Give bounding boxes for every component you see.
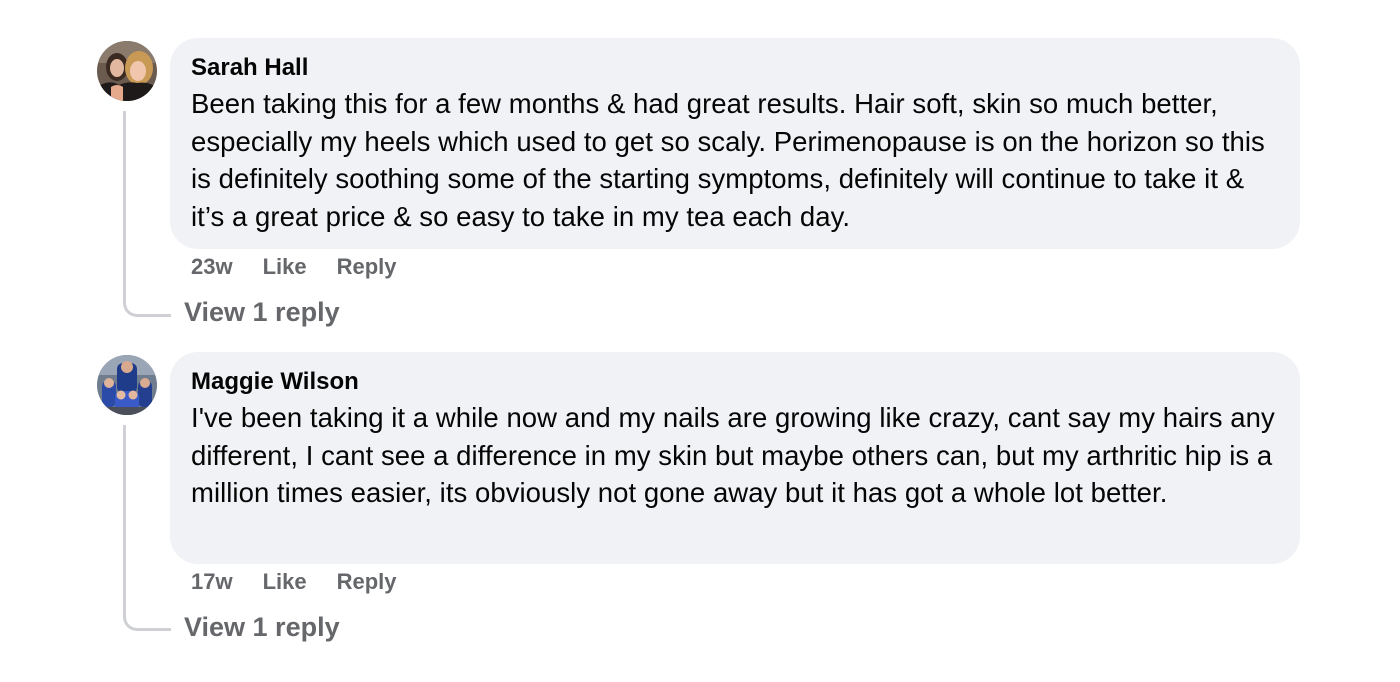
comment-actions: 17w Like Reply: [191, 569, 397, 595]
view-replies-link[interactable]: View 1 reply: [184, 612, 340, 643]
view-replies-link[interactable]: View 1 reply: [184, 297, 340, 328]
avatar[interactable]: [97, 41, 157, 101]
reply-button[interactable]: Reply: [337, 569, 397, 595]
profile-photo-icon: [97, 355, 157, 415]
comment-thread: Sarah Hall Been taking this for a few mo…: [0, 38, 1400, 338]
comment-thread: Maggie Wilson I've been taking it a whil…: [0, 352, 1400, 652]
comment-timestamp[interactable]: 23w: [191, 254, 233, 280]
avatar[interactable]: [97, 355, 157, 415]
comment-author[interactable]: Maggie Wilson: [191, 367, 1278, 397]
like-button[interactable]: Like: [263, 254, 307, 280]
comment-timestamp[interactable]: 17w: [191, 569, 233, 595]
reply-button[interactable]: Reply: [337, 254, 397, 280]
reply-thread-line: [123, 111, 171, 317]
comment-bubble: Maggie Wilson I've been taking it a whil…: [170, 352, 1300, 564]
comment-actions: 23w Like Reply: [191, 254, 397, 280]
comment-text: I've been taking it a while now and my n…: [191, 402, 1275, 508]
comment-author[interactable]: Sarah Hall: [191, 53, 1278, 83]
comment-text: Been taking this for a few months & had …: [191, 88, 1265, 232]
like-button[interactable]: Like: [263, 569, 307, 595]
comment-bubble: Sarah Hall Been taking this for a few mo…: [170, 38, 1300, 249]
profile-photo-icon: [97, 41, 157, 101]
reply-thread-line: [123, 425, 171, 631]
